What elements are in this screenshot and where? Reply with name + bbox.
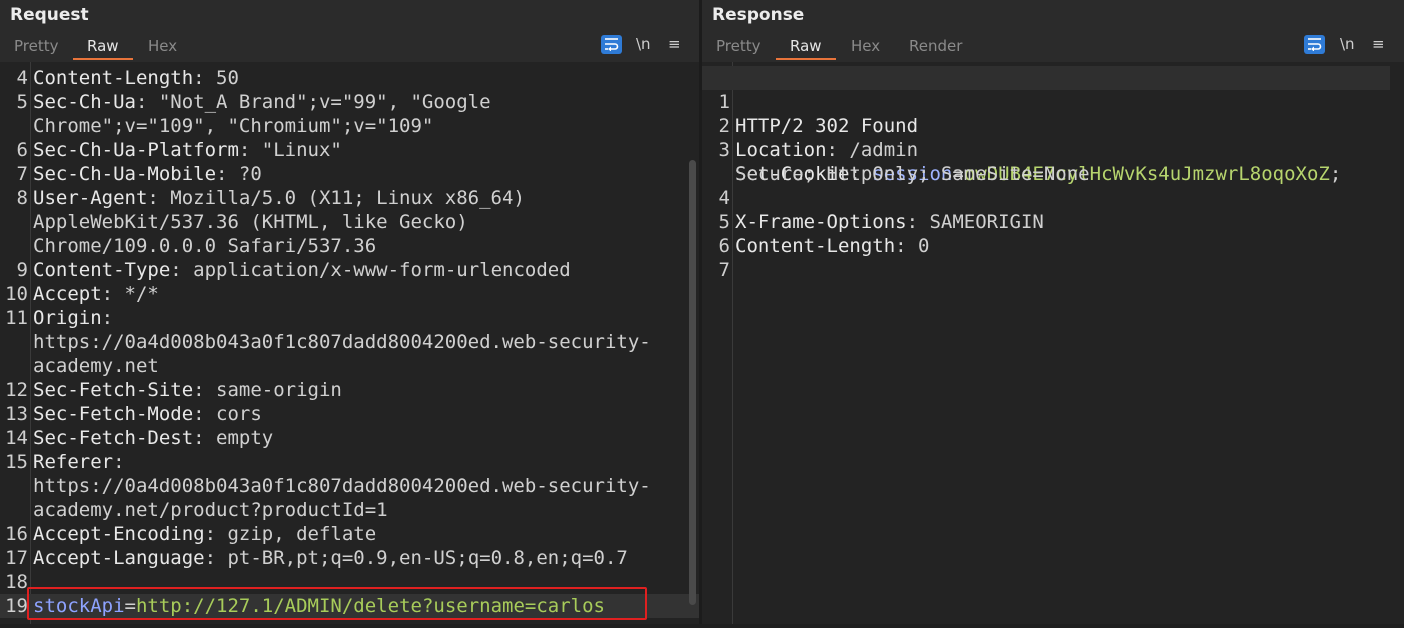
request-lines: 4 Content-Length: 50 5 Sec-Ch-Ua: "Not_A Br…	[0, 66, 699, 618]
response-menu-button[interactable]: ≡	[1372, 35, 1385, 53]
wrap-lines-icon	[605, 38, 619, 51]
request-line: https://0a4d008b043a0f1c807dadd8004200ed…	[33, 475, 651, 497]
request-line: 5 Sec-Ch-Ua: "Not_A Brand";v="99", "Googl…	[16, 91, 491, 113]
request-line: 4 Content-Length: 50	[16, 67, 239, 89]
body-highlight-box	[27, 587, 647, 620]
request-line: https://0a4d008b043a0f1c807dadd8004200ed…	[33, 331, 651, 353]
request-tab-hex[interactable]: Hex	[134, 36, 191, 58]
request-line: Chrome/109.0.0.0 Safari/537.36	[33, 235, 377, 257]
response-line: Secure; HttpOnly; SameSite=None	[735, 163, 1090, 185]
request-line: 16 Accept-Encoding: gzip, deflate	[5, 523, 377, 545]
request-line: 6 Sec-Ch-Ua-Platform: "Linux"	[16, 139, 342, 161]
response-line: 6	[718, 235, 730, 257]
request-tab-pretty[interactable]: Pretty	[0, 36, 73, 58]
request-line: 17 Accept-Language: pt-BR,pt;q=0.9,en-US;…	[5, 547, 628, 569]
request-line: academy.net	[33, 355, 159, 377]
response-line: 5 Content-Length: 0	[718, 211, 930, 257]
request-line: 11 Origin:	[5, 307, 114, 329]
request-line: 15 Referer:	[5, 451, 125, 473]
request-tab-raw[interactable]: Raw	[73, 36, 133, 60]
request-scrollbar[interactable]	[689, 160, 696, 605]
response-tab-render[interactable]: Render	[895, 36, 976, 58]
response-tab-raw[interactable]: Raw	[776, 36, 836, 60]
request-line: AppleWebKit/537.36 (KHTML, like Gecko)	[33, 211, 468, 233]
response-title: Response	[712, 5, 805, 25]
response-pane: Response Pretty Raw Hex Render \n ≡ 1 HT…	[702, 0, 1404, 628]
response-wrap-lines-button[interactable]	[1304, 35, 1325, 54]
request-line: 10 Accept: */*	[5, 283, 159, 305]
request-line: 12 Sec-Fetch-Site: same-origin	[5, 379, 342, 401]
request-line: Chrome";v="109", "Chromium";v="109"	[33, 115, 434, 137]
response-line: 2 Location: /admin	[718, 115, 919, 161]
response-tab-pretty[interactable]: Pretty	[702, 36, 775, 58]
request-pane: Request Pretty Raw Hex \n ≡ 4 Content-Len…	[0, 0, 699, 628]
request-editor[interactable]: 4 Content-Length: 50 5 Sec-Ch-Ua: "Not_A Br…	[0, 62, 699, 628]
response-lines: 1 HTTP/2 302 Found 2 Location: /admin 3 …	[702, 66, 1404, 281]
bottom-strip	[0, 624, 1404, 628]
app-root: Request Pretty Raw Hex \n ≡ 4 Content-Len…	[0, 0, 1404, 628]
request-menu-button[interactable]: ≡	[668, 35, 681, 53]
request-title: Request	[10, 5, 89, 25]
response-line: 1 HTTP/2 302 Found	[702, 66, 1390, 137]
request-wrap-lines-button[interactable]	[601, 35, 622, 54]
request-line: 8 User-Agent: Mozilla/5.0 (X11; Linux x86…	[16, 187, 525, 209]
wrap-lines-icon	[1308, 38, 1322, 51]
response-line: 3 Set-Cookie: session=owDUB4E7cylHcWvKs4…	[718, 139, 1342, 185]
request-line: 9 Content-Type: application/x-www-form-ur…	[16, 259, 571, 281]
request-line: 14 Sec-Fetch-Dest: empty	[5, 427, 274, 449]
request-line: 13 Sec-Fetch-Mode: cors	[5, 403, 262, 425]
response-editor[interactable]: 1 HTTP/2 302 Found 2 Location: /admin 3 …	[702, 62, 1404, 628]
request-line: academy.net/product?productId=1	[33, 499, 388, 521]
response-tab-hex[interactable]: Hex	[837, 36, 894, 58]
response-newline-toggle[interactable]: \n	[1340, 35, 1355, 53]
response-line: 7	[718, 259, 730, 281]
request-newline-toggle[interactable]: \n	[636, 35, 651, 53]
request-line: 7 Sec-Ch-Ua-Mobile: ?0	[16, 163, 262, 185]
response-line: 4 X-Frame-Options: SAMEORIGIN	[718, 187, 1044, 233]
